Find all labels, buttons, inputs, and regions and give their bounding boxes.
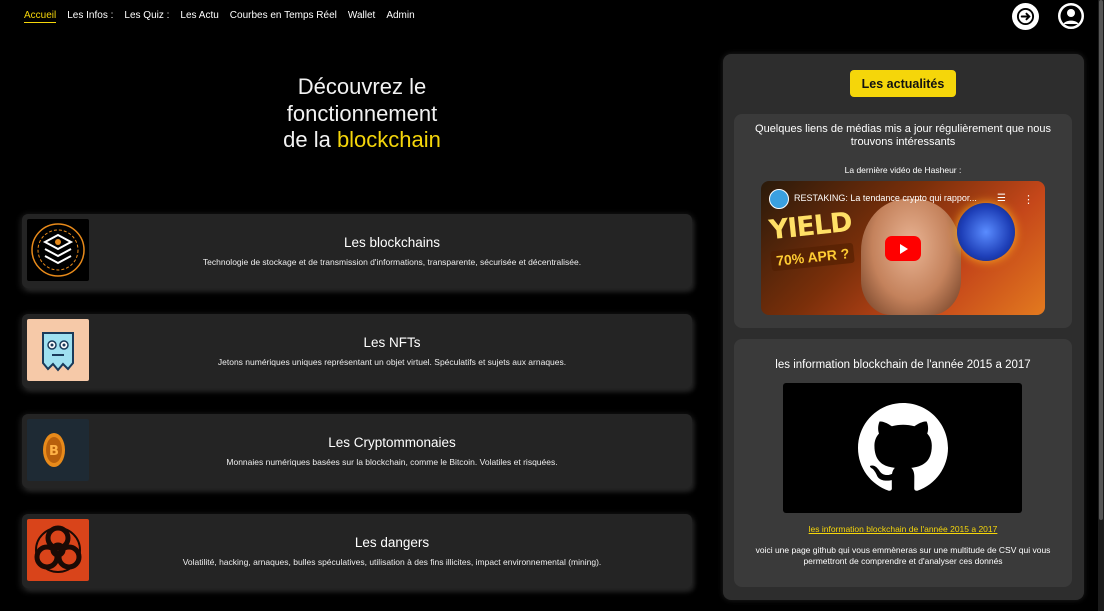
media-card: Quelques liens de médias mis a jour régu… bbox=[734, 114, 1072, 328]
profile-button[interactable] bbox=[1058, 3, 1084, 29]
card-dangers[interactable]: Les dangers Volatilité, hacking, arnaque… bbox=[22, 514, 692, 588]
card-title: Les dangers bbox=[354, 535, 430, 550]
video-thumbnail-coin bbox=[957, 203, 1015, 261]
nav-link-wallet[interactable]: Wallet bbox=[348, 10, 375, 23]
play-button[interactable] bbox=[885, 236, 921, 261]
hero-line-3-prefix: de la bbox=[283, 127, 337, 152]
video-title[interactable]: RESTAKING: La tendance crypto qui rappor… bbox=[794, 193, 977, 203]
github-description: voici une page github qui vous emmèneras… bbox=[755, 545, 1051, 566]
hero-line-3: de la blockchain bbox=[232, 127, 492, 154]
card-title: Les Cryptommonaies bbox=[328, 435, 456, 450]
bitcoin-icon: B bbox=[27, 419, 89, 481]
channel-avatar[interactable] bbox=[769, 189, 789, 209]
card-desc: Jetons numériques uniques représentant u… bbox=[217, 357, 567, 367]
blockchain-cube-icon bbox=[27, 219, 89, 281]
nav-link-actu[interactable]: Les Actu bbox=[180, 10, 218, 23]
media-title: Quelques liens de médias mis a jour régu… bbox=[755, 123, 1051, 148]
card-nfts[interactable]: Les NFTs Jetons numériques uniques repré… bbox=[22, 314, 692, 388]
thumbnail-subtext: 70% APR ? bbox=[770, 242, 856, 272]
scrollbar-thumb[interactable] bbox=[1099, 0, 1103, 520]
video-label: La dernière vidéo de Hasheur : bbox=[844, 165, 962, 175]
card-title: Les NFTs bbox=[363, 335, 421, 350]
hero-line-1: Découvrez le bbox=[297, 74, 427, 99]
nav-link-accueil[interactable]: Accueil bbox=[24, 10, 57, 23]
nft-ghost-icon bbox=[27, 319, 89, 381]
github-card: les information blockchain de l'année 20… bbox=[734, 339, 1072, 587]
logout-button[interactable] bbox=[1012, 3, 1039, 30]
top-nav: Accueil Les Infos : Les Quiz : Les Actu … bbox=[0, 0, 1104, 32]
github-image[interactable] bbox=[783, 383, 1022, 513]
logout-icon bbox=[1016, 7, 1035, 26]
github-link[interactable]: les information blockchain de l'année 20… bbox=[734, 524, 1072, 534]
queue-icon[interactable]: ☰ bbox=[997, 193, 1006, 204]
github-card-title: les information blockchain de l'année 20… bbox=[775, 359, 1031, 371]
biohazard-icon bbox=[27, 519, 89, 581]
github-icon bbox=[857, 403, 948, 491]
nav-link-courbes[interactable]: Courbes en Temps Réel bbox=[230, 10, 337, 23]
card-title: Les blockchains bbox=[343, 235, 441, 250]
card-desc: Technologie de stockage et de transmissi… bbox=[202, 257, 582, 267]
nav-link-infos[interactable]: Les Infos : bbox=[67, 10, 113, 23]
hero-highlight: blockchain bbox=[336, 127, 441, 152]
card-desc: Volatilité, hacking, arnaques, bulles sp… bbox=[182, 557, 602, 567]
thumbnail-text: YIELD bbox=[767, 206, 854, 247]
hero-title: Découvrez le fonctionnement de la blockc… bbox=[232, 74, 492, 154]
nav-link-quiz[interactable]: Les Quiz : bbox=[124, 10, 169, 23]
card-cryptomonnaies[interactable]: B Les Cryptommonaies Monnaies numériques… bbox=[22, 414, 692, 488]
news-button[interactable]: Les actualités bbox=[850, 70, 956, 97]
news-panel: Les actualités Quelques liens de médias … bbox=[723, 54, 1084, 600]
more-options-icon[interactable]: ⋮ bbox=[1023, 193, 1034, 206]
nav-links: Accueil Les Infos : Les Quiz : Les Actu … bbox=[24, 10, 415, 23]
svg-text:B: B bbox=[49, 444, 59, 459]
card-blockchains[interactable]: Les blockchains Technologie de stockage … bbox=[22, 214, 692, 288]
user-icon bbox=[1060, 5, 1082, 27]
youtube-video[interactable]: YIELD 70% APR ? RESTAKING: La tendance c… bbox=[761, 181, 1045, 315]
play-icon bbox=[900, 243, 908, 254]
card-desc: Monnaies numériques basées sur la blockc… bbox=[226, 457, 558, 467]
hero-line-2: fonctionnement bbox=[286, 100, 438, 126]
nav-link-admin[interactable]: Admin bbox=[386, 10, 414, 23]
